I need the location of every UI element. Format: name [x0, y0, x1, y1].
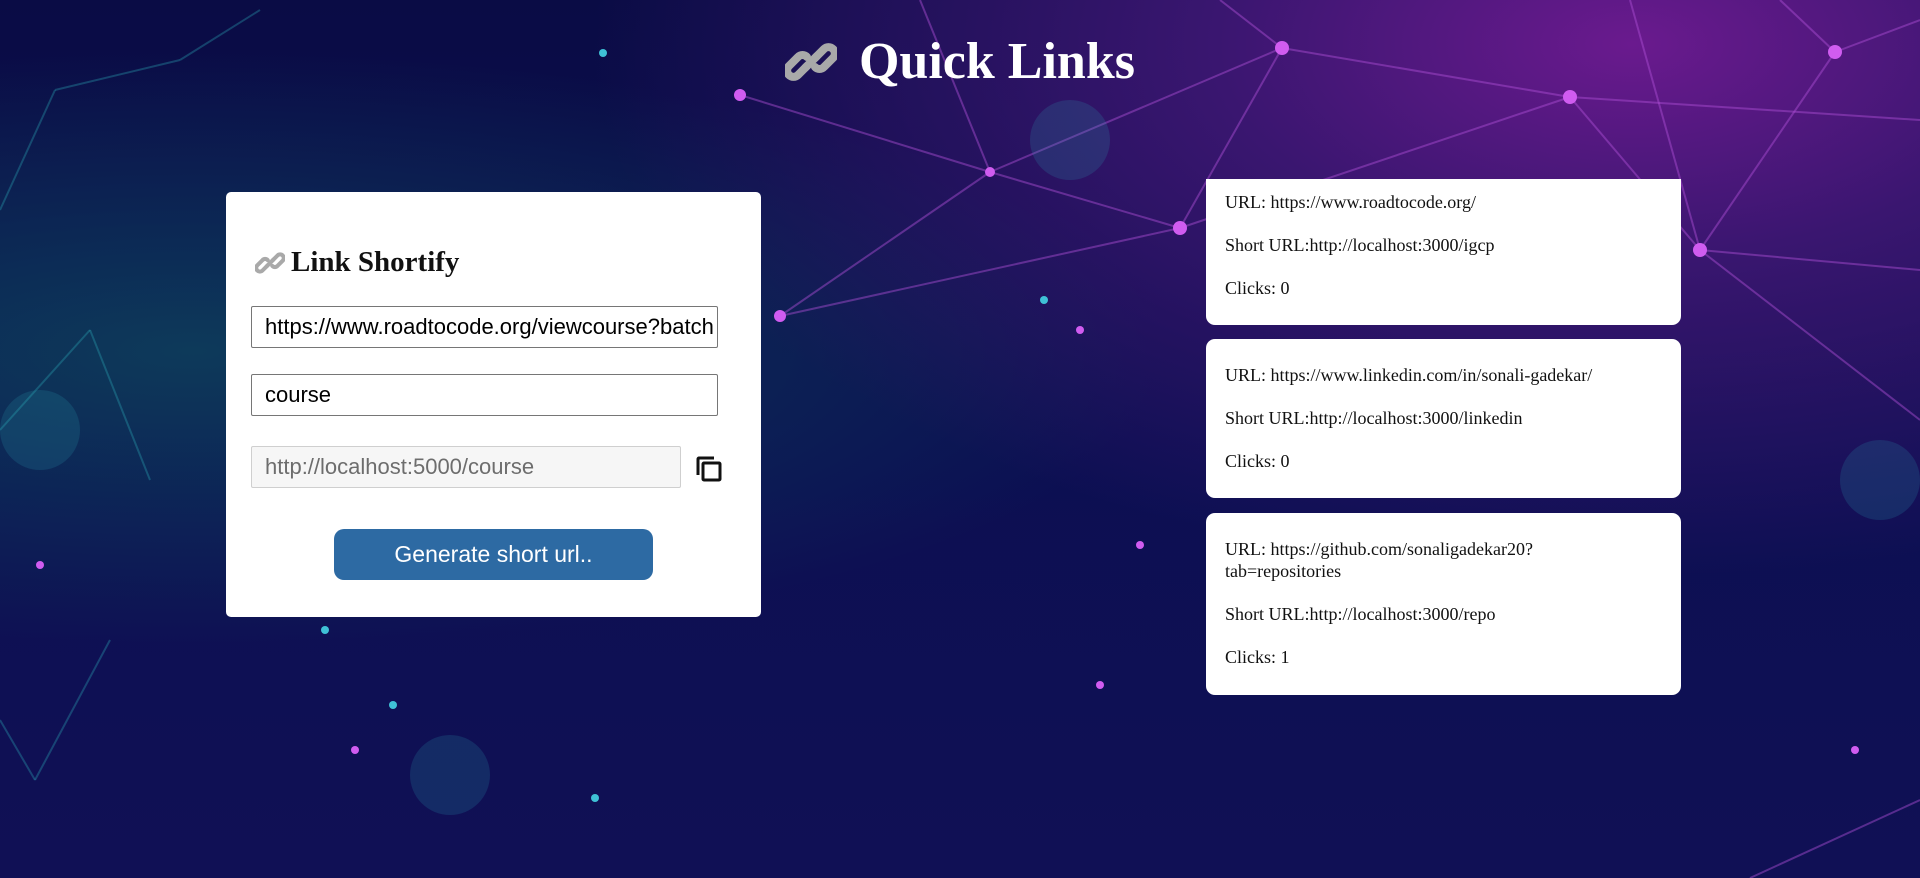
- link-clicks: Clicks: 0: [1225, 278, 1290, 298]
- copy-icon[interactable]: [694, 454, 724, 484]
- link-card: URL: https://www.linkedin.com/in/sonali-…: [1206, 339, 1681, 498]
- link-url: URL: https://www.linkedin.com/in/sonali-…: [1225, 365, 1593, 385]
- link-url: URL: https://www.roadtocode.org/: [1225, 192, 1476, 212]
- link-short-url: Short URL:http://localhost:3000/linkedin: [1225, 408, 1523, 428]
- link-card: URL: https://github.com/sonaligadekar20?…: [1206, 513, 1681, 695]
- short-url-output[interactable]: http://localhost:5000/course: [251, 446, 681, 488]
- url-input[interactable]: https://www.roadtocode.org/viewcourse?ba…: [251, 306, 718, 348]
- link-clicks: Clicks: 0: [1225, 451, 1290, 471]
- link-clicks: Clicks: 1: [1225, 647, 1290, 667]
- link-url: URL: https://github.com/sonaligadekar20?: [1225, 539, 1533, 559]
- shortify-form-card: Link Shortify https://www.roadtocode.org…: [226, 192, 761, 617]
- link-short-url: Short URL:http://localhost:3000/repo: [1225, 604, 1496, 624]
- page-title: Quick Links: [0, 32, 1920, 91]
- generate-button[interactable]: Generate short url..: [334, 529, 653, 580]
- form-title: Link Shortify: [255, 246, 459, 279]
- link-icon: [784, 42, 837, 81]
- link-url-continued: tab=repositories: [1225, 561, 1342, 581]
- alias-input[interactable]: course: [251, 374, 718, 416]
- link-card: URL: https://www.roadtocode.org/ Short U…: [1206, 179, 1681, 325]
- link-short-url: Short URL:http://localhost:3000/igcp: [1225, 235, 1495, 255]
- form-title-text: Link Shortify: [291, 246, 460, 278]
- page-title-text: Quick Links: [858, 33, 1136, 90]
- link-icon: [255, 251, 285, 274]
